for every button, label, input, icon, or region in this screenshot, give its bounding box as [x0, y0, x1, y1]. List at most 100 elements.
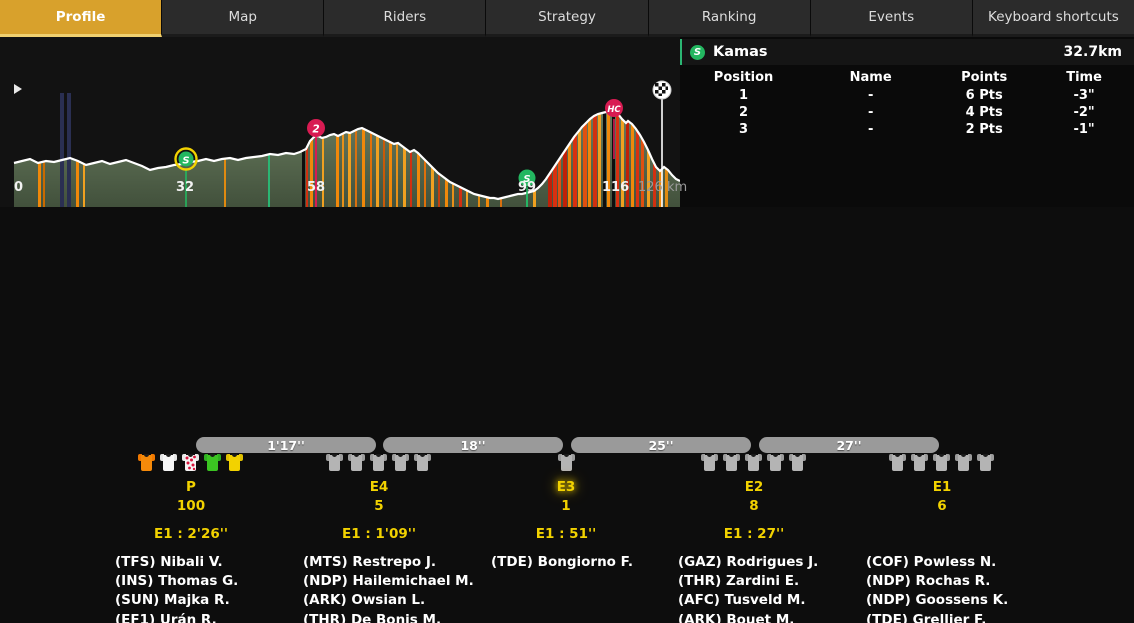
group-e2-label: E2 [744, 479, 764, 495]
list-item: (TDE) Grellier F. [866, 611, 987, 623]
marker-climb-cat2[interactable]: 2 [307, 119, 325, 137]
jersey-yellow-icon [226, 452, 243, 471]
cell-position: 1 [739, 88, 749, 103]
group-e3-rider-list: (TDE) Bongiorno F. [491, 553, 633, 572]
table-row: 3 - 2 Pts -1" [680, 121, 1134, 138]
jersey-grey-icon [723, 452, 740, 471]
jersey-grey-icon [767, 452, 784, 471]
column-header-points: Points [961, 70, 1008, 85]
cell-points: 4 Pts [965, 105, 1003, 120]
marker-sprint-1[interactable]: S [174, 147, 198, 171]
gap-bar-1[interactable]: 1'17'' [196, 437, 376, 453]
finish-flag-icon[interactable] [652, 80, 672, 100]
jersey-grey-icon [326, 452, 343, 471]
tab-label: Ranking [701, 9, 757, 25]
list-item: (ARK) Bouet M. [678, 611, 795, 623]
group-e4-rider-list: (MTS) Restrepo J. (NDP) Hailemichael M. … [303, 553, 474, 623]
cell-name: - [867, 88, 874, 103]
list-item: (COF) Powless N. [866, 554, 997, 570]
list-item: (NDP) Goossens K. [866, 592, 1009, 609]
list-item: (SUN) Majka R. [115, 592, 230, 609]
list-item: (ARK) Owsian L. [303, 592, 426, 609]
group-e1-rider-list: (COF) Powless N. (NDP) Rochas R. (NDP) G… [866, 553, 1034, 623]
group-e2-rider-list: (GAZ) Rodrigues J. (THR) Zardini E. (AFC… [678, 553, 823, 623]
jersey-grey-icon [558, 452, 575, 471]
axis-tick: 58 [307, 180, 326, 195]
group-e2-count: 8 [749, 498, 759, 514]
kamas-distance: 32.7km [1063, 44, 1122, 60]
axis-tick: 0 [14, 180, 24, 195]
marker-climb-hc[interactable]: HC [605, 99, 623, 117]
kamas-header: S Kamas 32.7km [680, 39, 1134, 65]
top-area: S 2 S HC 0 32 58 99 116 126 km S Kamas 3… [0, 37, 1134, 207]
tab-ranking[interactable]: Ranking [648, 0, 811, 37]
group-e3-jerseys[interactable] [558, 452, 575, 471]
list-item: (MTS) Restrepo J. [303, 554, 437, 570]
group-e4-jerseys[interactable] [326, 452, 431, 471]
gap-bar-label: 18'' [460, 437, 486, 453]
tab-map[interactable]: Map [162, 0, 325, 37]
group-e2-time: E1 : 27'' [723, 526, 785, 542]
column-header-time: Time [1066, 70, 1102, 85]
groups-section: 1'17'' 18'' 25'' 27'' P 100 E1: 2'26'' … [0, 207, 1134, 623]
cell-position: 3 [739, 122, 749, 137]
group-e3-time: E1 : 51'' [535, 526, 597, 542]
group-e4-count: 5 [374, 498, 384, 514]
list-item: (NDP) Rochas R. [866, 573, 991, 590]
jersey-grey-icon [745, 452, 762, 471]
tab-events[interactable]: Events [810, 0, 973, 37]
kamas-title: Kamas [713, 44, 768, 60]
column-header-name: Name [849, 70, 892, 85]
group-e1-jerseys[interactable] [889, 452, 994, 471]
group-p-jerseys[interactable] [138, 452, 243, 471]
gap-bar-4[interactable]: 27'' [759, 437, 939, 453]
tab-label: Riders [383, 9, 427, 25]
cell-points: 6 Pts [965, 88, 1003, 103]
list-item: (AFC) Tusveld M. [678, 592, 806, 609]
axis-tick: 116 [602, 180, 630, 195]
tab-strategy[interactable]: Strategy [486, 0, 649, 37]
tab-keyboard-shortcuts[interactable]: Keyboard shortcuts [972, 0, 1134, 37]
group-p-time: E1 : 2'26'' [154, 526, 228, 542]
table-row: 1 - 6 Pts -3" [680, 87, 1134, 104]
cell-points: 2 Pts [965, 122, 1003, 137]
jersey-grey-icon [414, 452, 431, 471]
group-e4-label: E4 [369, 479, 389, 495]
tab-label: Keyboard shortcuts [988, 9, 1119, 25]
group-p-label: P [186, 479, 196, 495]
gap-bar-3[interactable]: 25'' [571, 437, 751, 453]
axis-tick: 99 [518, 180, 537, 195]
jersey-grey-icon [701, 452, 718, 471]
group-e3-count: 1 [561, 498, 571, 514]
jersey-grey-icon [370, 452, 387, 471]
group-e2-jerseys[interactable] [701, 452, 806, 471]
jersey-grey-icon [348, 452, 365, 471]
tab-label: Strategy [538, 9, 596, 25]
svg-text:S: S [182, 156, 189, 167]
gap-bar-label: 1'17'' [267, 437, 305, 453]
jersey-grey-icon [911, 452, 928, 471]
jersey-polka-dot-icon [182, 452, 199, 471]
jersey-orange-icon [138, 452, 155, 471]
table-row: 2 - 4 Pts -2" [680, 104, 1134, 121]
axis-tick-total: 126 km [638, 180, 688, 195]
gap-bar-2[interactable]: 18'' [383, 437, 563, 453]
tab-profile[interactable]: Profile [0, 0, 163, 37]
list-item: (EF1) Urán R. [115, 611, 217, 623]
tab-label: Events [868, 9, 915, 25]
group-p-count: 100 [176, 498, 206, 514]
list-item: (TDE) Bongiorno F. [491, 554, 634, 570]
main-tab-bar: Profile Map Riders Strategy Ranking Even… [0, 0, 1134, 37]
tab-riders[interactable]: Riders [324, 0, 487, 37]
group-e1-count: 6 [937, 498, 947, 514]
elevation-profile[interactable]: S 2 S HC 0 32 58 99 116 126 km [0, 37, 687, 207]
tab-label: Map [228, 9, 257, 25]
kamas-table: Position Name Points Time 1 - 6 Pts -3" … [680, 68, 1134, 138]
jersey-grey-icon [392, 452, 409, 471]
gap-bar-label: 27'' [836, 437, 862, 453]
kamas-table-header: Position Name Points Time [680, 68, 1134, 87]
jersey-green-icon [204, 452, 221, 471]
svg-text:HC: HC [607, 105, 621, 115]
jersey-grey-icon [889, 452, 906, 471]
jersey-white-icon [160, 452, 177, 471]
